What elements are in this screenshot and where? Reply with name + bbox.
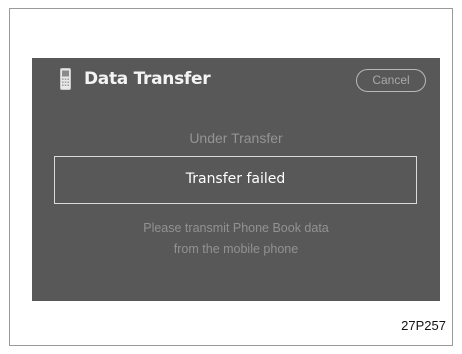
instruction-line-1: Please transmit Phone Book data [143, 221, 329, 235]
screen-title: Data Transfer [84, 69, 211, 89]
mobile-phone-icon [60, 68, 71, 90]
instruction-text: Please transmit Phone Book data from the… [32, 218, 440, 260]
transfer-result-message: Transfer failed [54, 156, 417, 204]
instruction-line-2: from the mobile phone [173, 242, 299, 256]
figure-caption: 27P257 [401, 318, 446, 333]
data-transfer-screen: Data Transfer Cancel Under Transfer Tran… [32, 58, 440, 301]
transfer-status-label: Under Transfer [189, 130, 283, 146]
cancel-button[interactable]: Cancel [356, 69, 426, 92]
